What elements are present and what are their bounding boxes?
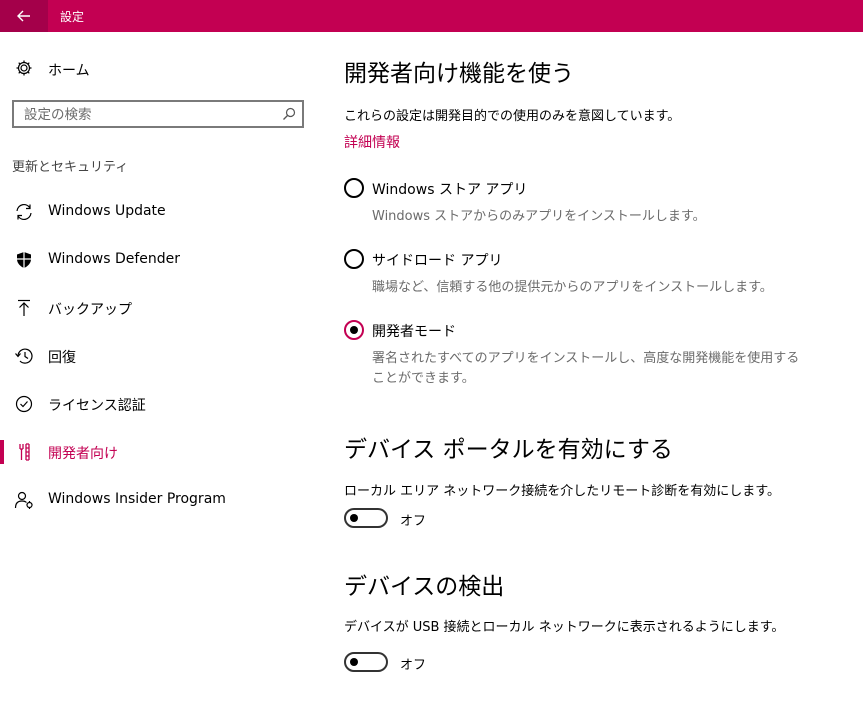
developer-tools-icon xyxy=(19,443,30,461)
sidebar-item-backup[interactable]: バックアップ xyxy=(0,288,320,328)
dev-features-heading: 開発者向け機能を使う xyxy=(344,61,574,87)
option-label: Windows ストア アプリ xyxy=(372,182,528,198)
window-title: 設定 xyxy=(60,10,85,24)
main-content: 開発者向け機能を使う これらの設定は開発目的での使用のみを意図しています。 詳細… xyxy=(344,32,863,710)
dev-features-description: これらの設定は開発目的での使用のみを意図しています。 xyxy=(344,109,681,124)
back-button[interactable] xyxy=(0,0,48,32)
home-label: ホーム xyxy=(48,63,90,79)
back-arrow-icon xyxy=(17,10,30,22)
sidebar-item-activation[interactable]: ライセンス認証 xyxy=(0,384,320,424)
sidebar-item-windows-defender[interactable]: Windows Defender xyxy=(0,240,320,280)
option-label: 開発者モード xyxy=(372,324,456,340)
sidebar-item-label: Windows Update xyxy=(48,203,166,219)
title-bar: 設定 xyxy=(0,0,863,32)
search-box xyxy=(12,100,304,128)
sidebar-item-label: Windows Defender xyxy=(48,251,181,267)
device-portal-heading: デバイス ポータルを有効にする xyxy=(344,437,673,463)
check-circle-icon xyxy=(15,395,33,413)
sidebar-home[interactable]: ホーム xyxy=(0,54,320,84)
radio-button-sideload-apps[interactable] xyxy=(344,249,364,269)
person-badge-icon xyxy=(14,491,33,509)
sidebar-item-for-developers[interactable]: 開発者向け xyxy=(0,432,320,472)
sidebar-item-label: 回復 xyxy=(48,350,76,366)
search-icon[interactable] xyxy=(282,107,296,121)
option-label: サイドロード アプリ xyxy=(372,253,503,269)
sidebar-item-label: Windows Insider Program xyxy=(48,491,226,507)
device-discovery-toggle-state: オフ xyxy=(400,658,427,673)
gear-icon xyxy=(16,60,32,76)
search-input[interactable] xyxy=(24,106,269,124)
device-discovery-heading: デバイスの検出 xyxy=(344,574,505,600)
option-description: 署名されたすべてのアプリをインストールし、高度な開発機能を使用することができます… xyxy=(372,351,800,386)
shield-icon xyxy=(17,252,31,268)
device-discovery-toggle[interactable] xyxy=(344,652,388,672)
toggle-knob xyxy=(350,658,358,666)
details-link[interactable]: 詳細情報 xyxy=(344,132,400,152)
option-developer-mode[interactable]: 開発者モード 署名されたすべてのアプリをインストールし、高度な開発機能を使用する… xyxy=(344,320,824,390)
device-portal-toggle-state: オフ xyxy=(400,514,427,529)
toggle-knob xyxy=(350,514,358,522)
option-description: Windows ストアからのみアプリをインストールします。 xyxy=(372,209,706,224)
sidebar-item-label: ライセンス認証 xyxy=(48,398,146,414)
sidebar-item-windows-insider[interactable]: Windows Insider Program xyxy=(0,480,320,520)
active-indicator xyxy=(0,440,4,464)
option-sideload-apps[interactable]: サイドロード アプリ 職場など、信頼する他の提供元からのアプリをインストールしま… xyxy=(344,249,824,299)
radio-button-developer-mode[interactable] xyxy=(344,320,364,340)
device-portal-toggle[interactable] xyxy=(344,508,388,528)
device-portal-description: ローカル エリア ネットワーク接続を介したリモート診断を有効にします。 xyxy=(344,484,780,499)
sidebar-item-recovery[interactable]: 回復 xyxy=(0,336,320,376)
radio-button-store-apps[interactable] xyxy=(344,178,364,198)
sidebar-item-windows-update[interactable]: Windows Update xyxy=(0,192,320,232)
sidebar-item-label: バックアップ xyxy=(48,302,132,318)
sidebar: ホーム 更新とセキュリティ Windows Update Windows Def… xyxy=(0,32,320,710)
history-icon xyxy=(15,348,33,364)
option-store-apps[interactable]: Windows ストア アプリ Windows ストアからのみアプリをインストー… xyxy=(344,178,824,228)
sidebar-item-label: 開発者向け xyxy=(48,446,118,462)
option-description: 職場など、信頼する他の提供元からのアプリをインストールします。 xyxy=(372,280,773,295)
sync-icon xyxy=(16,203,32,221)
section-header: 更新とセキュリティ xyxy=(12,160,129,175)
device-discovery-description: デバイスが USB 接続とローカル ネットワークに表示されるようにします。 xyxy=(344,620,785,635)
upload-arrow-icon xyxy=(18,299,30,316)
